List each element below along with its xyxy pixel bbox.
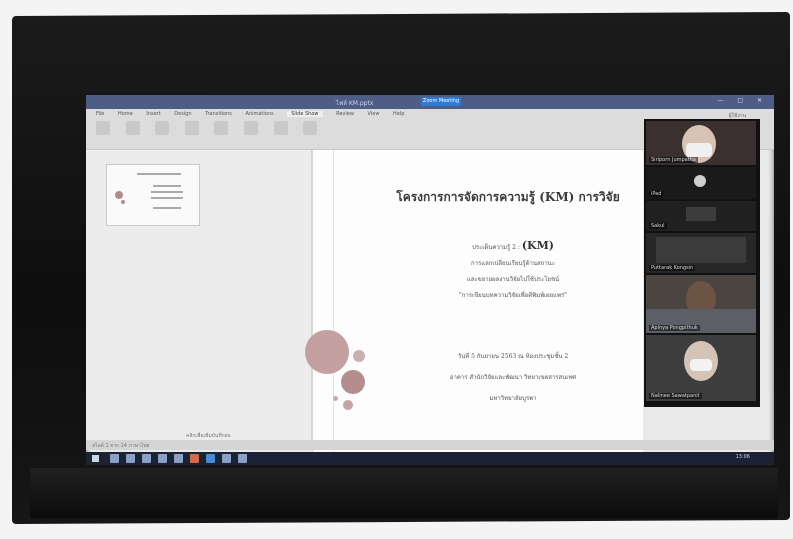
slide-footer-line: วันที่ 5 กันยายน 2563 ณ ห้องประชุมชั้น 2 [457,353,569,360]
decor-circle-medium [341,370,365,394]
participant-tile[interactable]: Siriporn Jumpatha [646,121,756,165]
slide-footer-line: มหาวิทยาลัยบูรพา [489,395,537,402]
tab-view[interactable]: View [368,111,380,117]
thumbnail-circle [115,191,123,199]
decor-circle-small [343,400,353,410]
monitor-bezel-bottom [30,468,778,518]
task-view-icon[interactable] [126,454,135,463]
document-title: ไฟล์ KM.pptx [336,100,374,107]
participant-video [656,237,746,263]
participant-tile[interactable]: iPad [646,167,756,199]
slide-thumbnail-1[interactable] [106,164,200,226]
participant-tile[interactable]: Puttarak Kongsin [646,233,756,273]
decor-circle-small [353,350,365,362]
tab-transitions[interactable]: Transitions [205,111,232,117]
subtitle-km: (KM) [521,239,554,252]
slide-body-line: "การเขียนบทความวิจัยเพื่อตีพิมพ์เผยแพร่" [459,292,567,299]
app-icon[interactable] [238,454,247,463]
from-current-slide-icon[interactable] [125,121,140,135]
thumbnail-text-line [151,197,183,199]
participant-tile[interactable]: Nalinee Sawatpanit [646,335,756,401]
monitor-screen: ไฟล์ KM.pptx Zoom Meeting — □ ✕ File Hom… [86,95,774,465]
from-beginning-icon[interactable] [96,121,110,135]
face-mask [690,359,712,371]
slide-footer-line: อาคาร สำนักวิจัยและพัฒนา วิทยาเขตสารสนเท… [449,374,577,381]
participant-tile[interactable]: Apinya Pongpithuk [646,275,756,333]
zoom-icon[interactable] [206,454,215,463]
slide-divider [333,150,334,452]
slide-title: โครงการการจัดการความรู้ (KM) การวิจัย [396,190,620,204]
thumbnail-text-line [151,191,183,193]
start-icon[interactable] [92,455,99,462]
system-clock[interactable]: 13:06 [736,454,750,460]
ribbon-tabs: File Home Insert Design Transitions Anim… [96,111,416,117]
participant-tile[interactable]: Sakul [646,201,756,231]
notes-placeholder[interactable]: คลิกเพื่อเพิ่มบันทึกย่อ [186,432,231,440]
participant-name: Nalinee Sawatpanit [649,393,702,399]
app-icon[interactable] [222,454,231,463]
thumbnail-title-line [137,173,181,175]
tab-file[interactable]: File [96,111,104,117]
present-online-icon[interactable] [155,121,170,135]
slide-body: ประเด็นความรู้ 2 : (KM) การแลกเปลี่ยนเรี… [413,238,613,304]
thumbnail-text-line [153,185,181,187]
face-mask [686,143,712,157]
record-slide-show-icon[interactable] [303,121,318,135]
tab-insert[interactable]: Insert [146,111,160,117]
thumbnail-text-line [153,207,181,209]
window-controls[interactable]: — □ ✕ [717,97,768,104]
window-titlebar: ไฟล์ KM.pptx Zoom Meeting — □ ✕ [86,95,774,109]
tab-review[interactable]: Review [336,111,354,117]
tab-animations[interactable]: Animations [246,111,274,117]
chrome-icon[interactable] [174,454,183,463]
tab-design[interactable]: Design [174,111,191,117]
decor-circle-large [305,330,349,374]
participant-name: Puttarak Kongsin [649,265,696,271]
subtitle-prefix: ประเด็นความรู้ 2 : [472,244,520,251]
custom-slide-show-icon[interactable] [184,121,199,135]
slide-footer: วันที่ 5 กันยายน 2563 ณ ห้องประชุมชั้น 2… [413,346,613,409]
setup-slide-show-icon[interactable] [214,121,229,135]
participant-name: iPad [649,191,664,197]
status-bar: สไลด์ 1 จาก 14 ภาษาไทย [86,440,774,450]
file-explorer-icon[interactable] [142,454,151,463]
zoom-participant-panel: Siriporn Jumpatha iPad Sakul Puttarak Ko… [644,119,760,407]
windows-taskbar: 13:06 [86,452,774,465]
tab-home[interactable]: Home [118,111,133,117]
hide-slide-icon[interactable] [243,121,258,135]
tab-slide-show[interactable]: Slide Show [287,111,323,117]
search-icon[interactable] [110,454,119,463]
participant-video [686,207,716,221]
slide-subtitle: ประเด็นความรู้ 2 : (KM) [413,238,613,256]
slide-thumbnail-pane: คลิกเพื่อเพิ่มบันทึกย่อ [86,150,312,450]
decor-circle-tiny [333,396,338,401]
slide-count: สไลด์ 1 จาก 14 ภาษาไทย [92,443,150,449]
zoom-meeting-indicator[interactable]: Zoom Meeting [421,97,461,106]
ribbon-toolbar [96,121,331,137]
apple-logo-icon [694,175,706,187]
slide-body-line: การแลกเปลี่ยนเรียนรู้ด้านสถานะ [470,260,556,267]
main-slide[interactable]: โครงการการจัดการความรู้ (KM) การวิจัย ปร… [305,150,643,452]
rehearse-timings-icon[interactable] [273,121,288,135]
powerpoint-icon[interactable] [190,454,199,463]
thumbnail-circle [121,200,125,204]
participant-name: Siriporn Jumpatha [649,157,698,163]
tab-help[interactable]: Help [393,111,404,117]
slide-body-line: และขยายผลงานวิจัยไปใช้ประโยชน์ [466,276,560,283]
participant-name: Apinya Pongpithuk [649,325,700,331]
edge-icon[interactable] [158,454,167,463]
participant-name: Sakul [649,223,667,229]
